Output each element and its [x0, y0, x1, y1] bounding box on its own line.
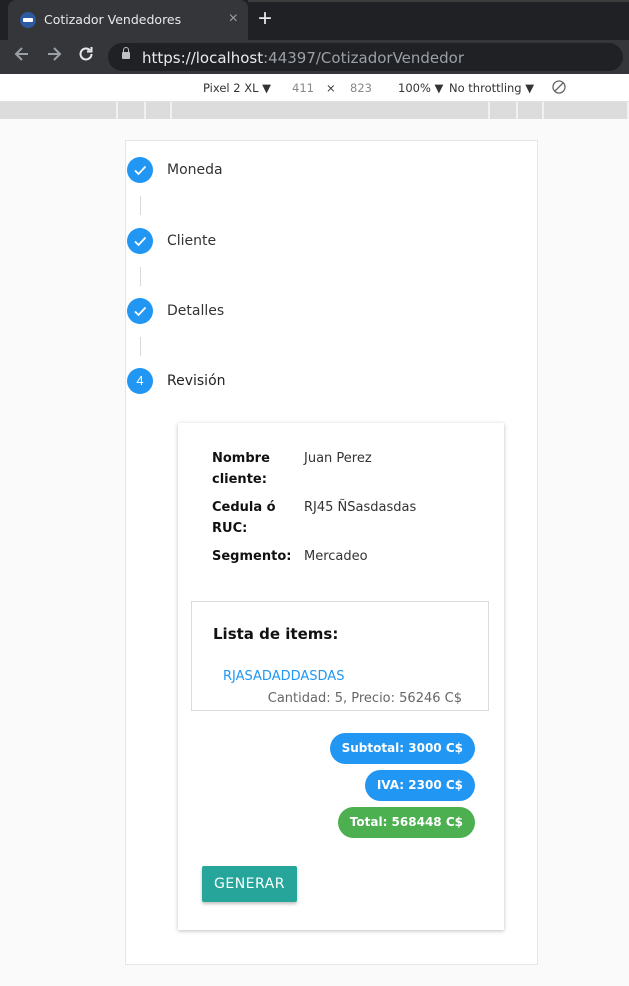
forward-icon[interactable]	[44, 44, 64, 71]
dimension-times: ×	[326, 81, 336, 95]
favicon-icon	[20, 12, 36, 28]
tab-close-icon[interactable]: ×	[229, 10, 238, 28]
zoom-select[interactable]: 100% ▼	[398, 81, 443, 95]
item-name-link[interactable]: RJASADADDASDAS	[223, 669, 344, 684]
back-icon[interactable]	[12, 44, 32, 71]
items-title: Lista de items:	[213, 625, 339, 643]
browser-tab-bar: Cotizador Vendedores × +	[0, 0, 629, 40]
step-connector	[140, 267, 141, 286]
url-text: https://localhost:44397/CotizadorVendedo…	[142, 49, 465, 67]
device-toolbar: Pixel 2 XL ▼ 411 × 823 100% ▼ No throttl…	[0, 74, 629, 102]
browser-tab[interactable]: Cotizador Vendedores ×	[8, 0, 248, 40]
step-label: Moneda	[167, 162, 223, 178]
step-connector	[140, 196, 141, 215]
nombre-value: Juan Perez	[304, 451, 372, 466]
step-label: Revisión	[167, 373, 226, 389]
page-viewport: Moneda Cliente Detalles 4 Revisión Nombr…	[0, 119, 629, 986]
tab-strip-line	[248, 0, 629, 2]
generate-button[interactable]: GENERAR	[202, 866, 297, 902]
review-card: Nombre cliente: Juan Perez Cedula ó RUC:…	[178, 423, 504, 930]
check-icon	[127, 298, 153, 324]
media-query-bar	[0, 102, 629, 119]
check-icon	[127, 157, 153, 183]
device-select[interactable]: Pixel 2 XL ▼	[203, 81, 271, 95]
stepper-card: Moneda Cliente Detalles 4 Revisión Nombr…	[125, 140, 538, 965]
segmento-label: Segmento:	[212, 549, 292, 564]
item-detail: Cantidad: 5, Precio: 56246 C$	[267, 691, 462, 706]
rotate-icon[interactable]	[551, 79, 567, 98]
step-label: Cliente	[167, 233, 217, 249]
device-width[interactable]: 411	[292, 81, 314, 95]
total-badge: Total: 568448 C$	[337, 807, 475, 838]
cedula-label: Cedula ó RUC:	[212, 500, 276, 536]
iva-badge: IVA: 2300 C$	[364, 770, 475, 801]
new-tab-icon[interactable]: +	[258, 6, 272, 32]
throttle-select[interactable]: No throttling ▼	[449, 81, 534, 95]
subtotal-badge: Subtotal: 3000 C$	[329, 733, 475, 764]
segmento-value: Mercadeo	[304, 549, 368, 564]
items-list: Lista de items: RJASADADDASDAS Cantidad:…	[191, 601, 489, 711]
device-height[interactable]: 823	[350, 81, 372, 95]
cedula-value: RJ45 ÑSasdasdas	[304, 500, 417, 515]
step-number: 4	[127, 368, 153, 394]
step-label: Detalles	[167, 303, 225, 319]
step-connector	[140, 337, 141, 356]
reload-icon[interactable]	[76, 44, 96, 71]
check-icon	[127, 228, 153, 254]
nombre-label: Nombre cliente:	[212, 451, 270, 487]
tab-title: Cotizador Vendedores	[44, 12, 182, 27]
address-bar: https://localhost:44397/CotizadorVendedo…	[0, 40, 629, 74]
url-input[interactable]: https://localhost:44397/CotizadorVendedo…	[108, 43, 623, 71]
lock-icon	[122, 47, 130, 59]
